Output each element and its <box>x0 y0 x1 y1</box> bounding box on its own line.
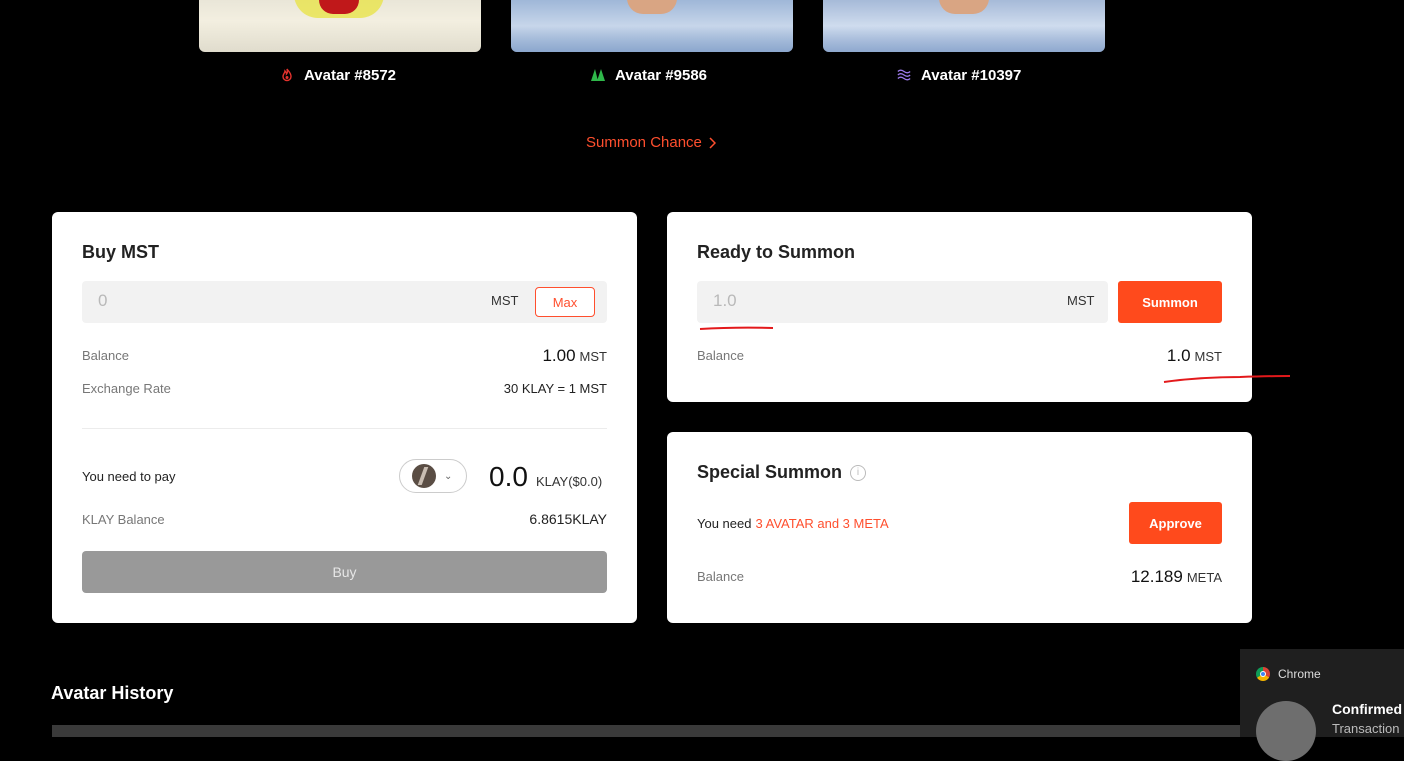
summon-input-value: 1.0 <box>713 291 737 310</box>
exchange-rate-label: Exchange Rate <box>82 381 171 396</box>
chrome-icon <box>1256 667 1270 681</box>
notification-subtitle: Transaction <box>1332 721 1400 736</box>
summon-input-unit: MST <box>1067 293 1095 308</box>
ready-to-summon-panel: Ready to Summon 1.0 MST Summon Balance 1… <box>667 212 1252 402</box>
avatar-name: Avatar #9586 <box>615 66 708 84</box>
token-select[interactable]: ⌄ <box>399 459 467 493</box>
klay-logo-icon <box>412 464 436 488</box>
buy-mst-input[interactable]: 0 MST <box>82 281 607 323</box>
buy-mst-title: Buy MST <box>82 242 160 262</box>
leaf-icon <box>591 69 605 81</box>
buy-mst-input-value: 0 <box>98 291 108 310</box>
buy-button[interactable]: Buy <box>82 551 607 593</box>
notification-title: Confirmed <box>1332 701 1402 717</box>
chevron-down-icon: ⌄ <box>444 470 453 482</box>
notification-app: Chrome <box>1256 667 1321 681</box>
avatar-card-9586-image[interactable] <box>511 0 793 52</box>
klay-balance-label: KLAY Balance <box>82 512 165 527</box>
summon-chance-link[interactable]: Summon Chance <box>586 134 716 151</box>
pay-value: 0.0 <box>489 461 528 492</box>
notification-app-name: Chrome <box>1278 667 1321 681</box>
chevron-right-icon <box>709 136 716 149</box>
special-summon-panel: Special Summon i You need 3 AVATAR and 3 M… <box>667 432 1252 623</box>
mst-balance-number: 1.00 <box>542 346 576 365</box>
avatar-history-table-header <box>52 725 1252 737</box>
need-prefix: You need <box>697 516 752 531</box>
wave-icon <box>897 69 911 81</box>
summon-balance-value: 1.0 MST <box>1167 346 1222 366</box>
klay-balance-value: 6.8615KLAY <box>529 511 607 527</box>
pay-amount: 0.0 KLAY($0.0) <box>489 461 602 493</box>
summon-balance-unit: MST <box>1194 349 1222 364</box>
meta-balance-unit: META <box>1186 570 1222 585</box>
fire-icon <box>282 68 292 82</box>
avatar-label-8572: Avatar #8572 <box>280 64 396 86</box>
special-summon-title-text: Special Summon <box>697 462 843 482</box>
special-summon-title: Special Summon i <box>697 462 867 483</box>
mst-balance-value: 1.00 MST <box>542 346 607 366</box>
meta-balance-value: 12.189 META <box>1131 567 1222 587</box>
summon-button[interactable]: Summon <box>1118 281 1222 323</box>
avatar-name: Avatar #8572 <box>304 66 397 84</box>
info-icon[interactable]: i <box>850 465 867 482</box>
avatar-label-9586: Avatar #9586 <box>591 64 707 86</box>
pay-unit: KLAY($0.0) <box>535 474 603 489</box>
avatar-name: Avatar #10397 <box>921 66 1022 84</box>
balance-label: Balance <box>697 348 744 363</box>
chrome-notification[interactable]: Chrome Confirmed Transaction <box>1240 649 1404 761</box>
summon-balance-number: 1.0 <box>1166 346 1191 365</box>
exchange-rate-value: 30 KLAY = 1 MST <box>503 381 607 396</box>
buy-mst-input-unit: MST <box>491 293 519 308</box>
klay-logo-icon <box>1256 701 1316 761</box>
divider <box>82 428 607 429</box>
mst-balance-unit: MST <box>579 349 607 364</box>
ready-to-summon-title: Ready to Summon <box>697 242 856 262</box>
avatar-card-8572-image[interactable] <box>199 0 481 52</box>
max-button[interactable]: Max <box>535 287 595 317</box>
avatar-label-10397: Avatar #10397 <box>897 64 1021 86</box>
balance-label: Balance <box>697 569 744 584</box>
balance-label: Balance <box>82 348 129 363</box>
summon-chance-label: Summon Chance <box>586 134 702 151</box>
meta-balance-number: 12.189 <box>1130 567 1183 586</box>
avatar-history-title: Avatar History <box>51 683 174 703</box>
avatar-card-10397-image[interactable] <box>823 0 1105 52</box>
approve-button[interactable]: Approve <box>1129 502 1222 544</box>
summon-amount-input[interactable]: 1.0 MST <box>697 281 1108 323</box>
requirement-text: You need 3 AVATAR and 3 META <box>697 516 889 531</box>
buy-mst-panel: Buy MST 0 MST Max Balance 1.00 MST Exchan… <box>52 212 637 623</box>
pay-label: You need to pay <box>82 469 176 484</box>
need-requirement: 3 AVATAR and 3 META <box>755 516 889 531</box>
